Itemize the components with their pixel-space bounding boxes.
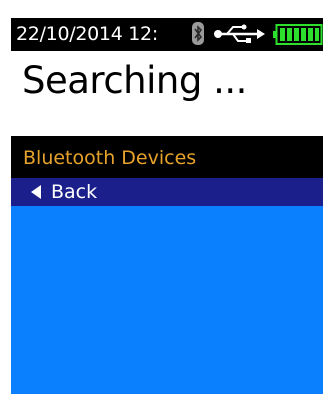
usb-icon [214, 24, 265, 43]
back-menu-item[interactable]: Back [11, 178, 323, 206]
bluetooth-icon [192, 22, 204, 45]
back-arrow-icon [31, 185, 41, 199]
datetime: 22/10/2014 12: [16, 23, 158, 45]
section-header: Bluetooth Devices [11, 136, 323, 178]
battery-icon [273, 24, 323, 45]
device-list[interactable]: Back [11, 178, 323, 394]
device-screen: 22/10/2014 12: Searching ... Bluetooth D… [11, 18, 323, 394]
back-label: Back [51, 181, 98, 203]
section-label: Bluetooth Devices [23, 147, 197, 169]
page-title: Searching ... [22, 59, 247, 102]
status-bar: 22/10/2014 12: [11, 18, 323, 51]
title-area: Searching ... [11, 51, 323, 136]
